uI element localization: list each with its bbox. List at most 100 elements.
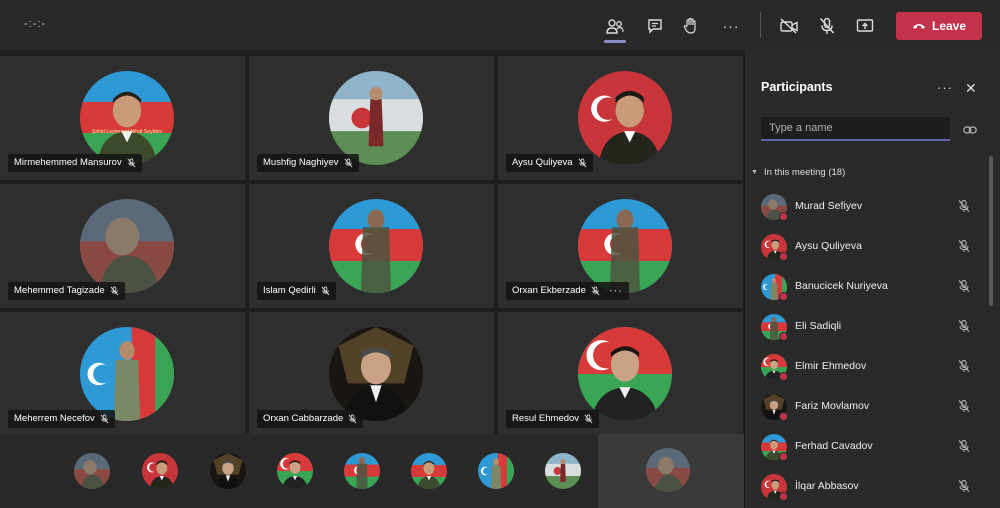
overflow-participant-avatar[interactable] [74, 453, 110, 489]
mic-muted-icon [344, 158, 352, 168]
participant-list-item[interactable]: Aysu Quliyeva [745, 228, 985, 268]
participant-name-tag: Orxan Ekberzade ··· [506, 282, 629, 300]
overflow-participants-strip [0, 434, 598, 508]
participant-name: Mehemmed Tagizade [14, 285, 105, 296]
status-badge [779, 452, 788, 461]
mic-muted-icon [958, 480, 970, 492]
participant-list-item[interactable]: İlqar Abbasov [745, 468, 985, 508]
participant-search-input[interactable] [761, 117, 950, 141]
participant-name-tag: Mirmehemmed Mansurov [8, 154, 142, 172]
raise-hand-icon[interactable] [678, 13, 704, 39]
mic-muted-icon [958, 320, 970, 332]
mic-muted-icon [110, 286, 119, 296]
participant-tile[interactable]: Mushfig Naghiyev [249, 56, 494, 180]
participant-name-tag: Mushfig Naghiyev [257, 154, 359, 172]
participant-list-item[interactable]: Eli Sadiqli [745, 308, 985, 348]
mic-muted-icon [578, 158, 586, 168]
mic-muted-icon [958, 440, 970, 452]
tile-more-options-button[interactable]: ··· [609, 282, 623, 300]
status-badge [779, 332, 788, 341]
toolbar-divider [760, 12, 761, 38]
participant-name: Fariz Movlamov [795, 400, 870, 412]
participant-name: Orxan Ekberzade [512, 285, 586, 296]
self-view-tile[interactable] [598, 434, 744, 508]
panel-title: Participants [761, 80, 833, 94]
share-screen-icon[interactable] [852, 13, 878, 39]
participant-list-item[interactable]: Ferhad Cavadov [745, 428, 985, 468]
self-avatar [646, 448, 690, 492]
mic-muted-icon [584, 414, 593, 424]
participant-list-item[interactable]: Murad Sefiyev [745, 188, 985, 228]
mic-muted-icon [958, 280, 970, 292]
participant-tile[interactable]: Aysu Quliyeva [498, 56, 743, 180]
overflow-participant-avatar[interactable] [210, 453, 246, 489]
panel-more-options-button[interactable]: ··· [937, 80, 953, 95]
participant-name: Aysu Quliyeva [795, 240, 862, 252]
participant-tile[interactable]: Resul Ehmedov [498, 312, 743, 436]
participant-avatar [578, 71, 672, 165]
mic-muted-icon [958, 400, 970, 412]
participant-list: Murad Sefiyev Aysu Quliyeva Banucicek Nu… [745, 188, 985, 508]
participant-tile[interactable]: Mehemmed Tagizade [0, 184, 245, 308]
participant-name: Meherrem Necefov [14, 413, 95, 424]
status-badge [779, 372, 788, 381]
participant-name-tag: Resul Ehmedov [506, 410, 600, 428]
participant-tile[interactable]: Orxan Cabbarzade [249, 312, 494, 436]
in-meeting-section-toggle[interactable]: ▼ In this meeting (18) [751, 167, 845, 178]
overflow-participant-avatar[interactable] [277, 453, 313, 489]
close-icon[interactable]: ✕ [965, 80, 977, 97]
participant-name: Ferhad Cavadov [795, 440, 873, 452]
status-badge [779, 292, 788, 301]
mic-muted-icon [321, 286, 330, 296]
participant-video-grid: Şəhid Leytenant Nihat Seyidov Mirmehemme… [0, 52, 744, 436]
camera-off-icon[interactable] [776, 13, 802, 39]
participant-name-tag: Orxan Cabbarzade [257, 410, 364, 428]
chat-icon[interactable] [642, 13, 668, 39]
status-badge [779, 252, 788, 261]
participant-name-tag: Mehemmed Tagizade [8, 282, 125, 300]
participants-active-indicator [604, 40, 626, 43]
overflow-participant-avatar[interactable] [142, 453, 178, 489]
panel-scrollbar[interactable] [989, 156, 993, 306]
participant-name: Mushfig Naghiyev [263, 157, 339, 168]
participant-name: Elmir Ehmedov [795, 360, 867, 372]
participant-avatar [80, 327, 174, 421]
share-invite-link-icon[interactable] [963, 122, 977, 140]
participant-avatar [80, 199, 174, 293]
section-label: In this meeting (18) [763, 167, 846, 178]
overflow-participant-avatar[interactable] [478, 453, 514, 489]
status-badge [779, 212, 788, 221]
participant-tile[interactable]: Orxan Ekberzade ··· [498, 184, 743, 308]
mic-muted-icon [348, 414, 357, 424]
participant-tile[interactable]: Islam Qedirli [249, 184, 494, 308]
participant-name-tag: Meherrem Necefov [8, 410, 115, 428]
status-badge [779, 412, 788, 421]
participant-avatar [578, 199, 672, 293]
chevron-down-icon: ▼ [751, 169, 758, 176]
participant-name: Banucicek Nuriyeva [795, 280, 888, 292]
hang-up-icon [912, 24, 925, 29]
participant-name: Resul Ehmedov [512, 413, 580, 424]
participants-icon[interactable] [602, 13, 628, 39]
status-badge [779, 492, 788, 501]
meeting-toolbar: -:-:- ··· Leave [0, 0, 1000, 50]
mic-off-icon[interactable] [814, 13, 840, 39]
photo-caption: Şəhid Leytenant Nihat Seyidov [92, 129, 163, 135]
participant-tile[interactable]: Meherrem Necefov [0, 312, 245, 436]
participant-list-item[interactable]: Elmir Ehmedov [745, 348, 985, 388]
leave-label: Leave [931, 19, 967, 33]
overflow-participant-avatar[interactable] [411, 453, 447, 489]
leave-button[interactable]: Leave [896, 12, 982, 40]
participant-avatar [578, 327, 672, 421]
participant-name: Murad Sefiyev [795, 200, 863, 212]
participant-tile[interactable]: Şəhid Leytenant Nihat Seyidov Mirmehemme… [0, 56, 245, 180]
more-actions-icon[interactable]: ··· [718, 13, 744, 39]
participants-panel: Participants ··· ✕ ▼ In this meeting (18… [744, 50, 1000, 508]
participant-list-item[interactable]: Fariz Movlamov [745, 388, 985, 428]
mic-muted-icon [958, 240, 970, 252]
participant-name: Aysu Quliyeva [512, 157, 573, 168]
overflow-participant-avatar[interactable] [344, 453, 380, 489]
participant-list-item[interactable]: Banucicek Nuriyeva [745, 268, 985, 308]
participant-name: Orxan Cabbarzade [263, 413, 344, 424]
overflow-participant-avatar[interactable] [545, 453, 581, 489]
